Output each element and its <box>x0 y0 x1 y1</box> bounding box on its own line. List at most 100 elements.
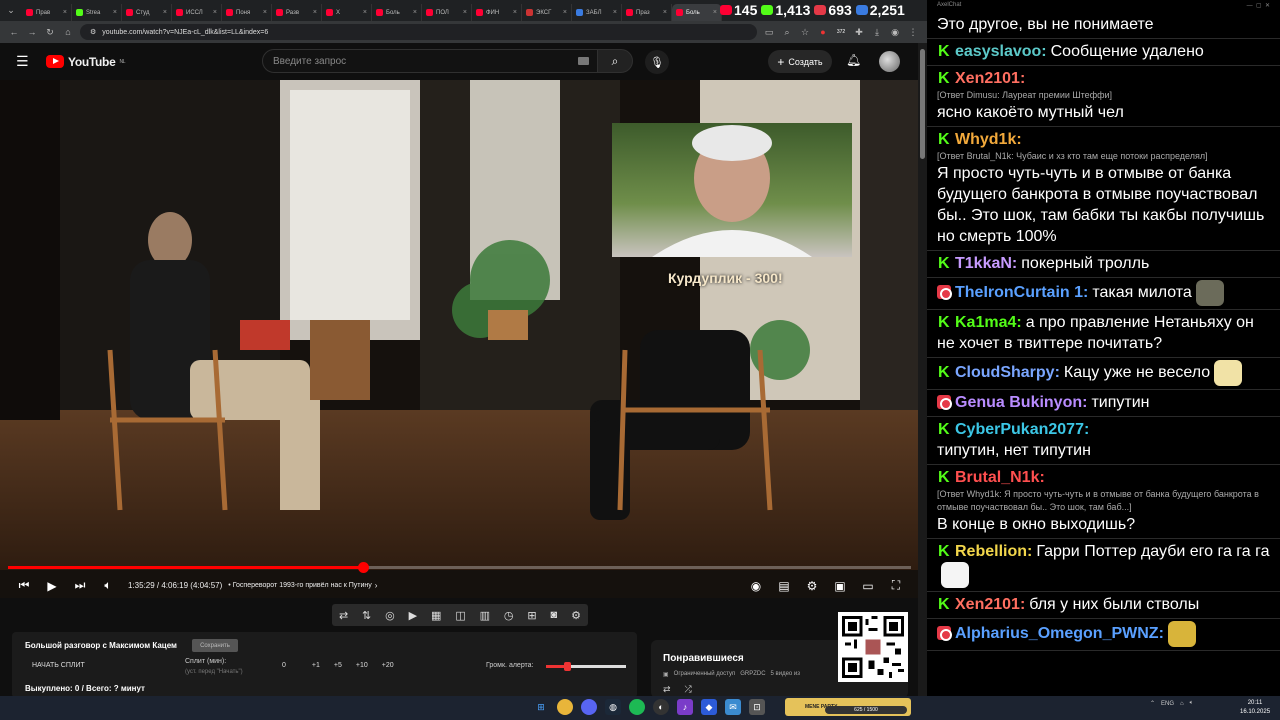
keyboard-language[interactable]: ENG <box>1161 701 1174 707</box>
puzzle-icon[interactable]: ✚ <box>853 27 865 38</box>
profile-icon[interactable]: ◉ <box>889 27 901 38</box>
volume-icon[interactable]: 🔈︎ <box>94 573 122 598</box>
previous-icon[interactable]: ⏮ <box>10 573 38 598</box>
browser-tab[interactable]: ФИН × <box>472 4 522 21</box>
increment-button[interactable]: +1 <box>312 662 320 669</box>
film-icon[interactable]: ▦ <box>431 609 441 622</box>
close-tab-icon[interactable]: × <box>163 9 167 16</box>
browser-tab[interactable]: Студ × <box>122 4 172 21</box>
increment-button[interactable]: +5 <box>334 662 342 669</box>
chrome-icon[interactable] <box>557 699 573 715</box>
chat-author[interactable]: T1kkaN: <box>955 255 1017 272</box>
back-icon[interactable]: ← <box>8 27 20 37</box>
close-tab-icon[interactable]: × <box>463 9 467 16</box>
chat-author[interactable]: TheIronCurtain 1: <box>955 284 1088 301</box>
subtitles-icon[interactable]: ▤ <box>770 573 798 598</box>
save-button[interactable]: Сохранить <box>192 639 238 652</box>
browser-tab[interactable]: Прав × <box>22 4 72 21</box>
close-tab-icon[interactable]: × <box>713 9 717 16</box>
browser-tab[interactable]: Strea × <box>72 4 122 21</box>
playlist-title[interactable]: Понравившиеся <box>663 653 744 664</box>
close-tab-icon[interactable]: × <box>663 9 667 16</box>
add-screenshot-icon[interactable]: ⊞ <box>527 609 536 622</box>
sponsor-toggle-icon[interactable]: ◉ <box>742 573 770 598</box>
chapter-title[interactable]: • Госпереворот 1993-го привёл нас к Пути… <box>228 582 372 589</box>
app-icon[interactable]: ✉ <box>725 699 741 715</box>
menu-dots-icon[interactable]: ⋮ <box>907 27 919 38</box>
browser-tab[interactable]: Разв × <box>272 4 322 21</box>
increment-button[interactable]: +10 <box>356 662 368 669</box>
browser-tab[interactable]: Боль × <box>672 4 722 21</box>
zoom-icon[interactable]: ⌕ <box>781 27 793 38</box>
sort-icon[interactable]: ⇅ <box>362 609 371 622</box>
camera-icon[interactable]: ◙ <box>551 609 558 621</box>
page-scrollbar[interactable] <box>918 43 927 696</box>
theater-mode-icon[interactable]: ▭ <box>854 573 882 598</box>
settings-gear-icon[interactable]: ⚙ <box>798 573 826 598</box>
video-player[interactable]: Курдуплик - 300! ⏮ ▶ ⏭ 🔈︎ 1:35:29 / 4:06… <box>0 80 918 598</box>
hamburger-menu-icon[interactable]: ☰ <box>16 53 30 70</box>
close-tab-icon[interactable]: × <box>313 9 317 16</box>
crop-icon[interactable]: ◫ <box>455 609 465 622</box>
owner-name[interactable]: GRPZDC <box>740 671 765 678</box>
close-tab-icon[interactable]: × <box>363 9 367 16</box>
reload-icon[interactable]: ↻ <box>44 27 56 38</box>
close-tab-icon[interactable]: × <box>613 9 617 16</box>
create-button[interactable]: + Создать <box>768 50 832 73</box>
loop-icon[interactable]: ⇄ <box>339 609 348 622</box>
extension-badge[interactable]: 372 <box>835 29 847 35</box>
chat-author[interactable]: Genua Bukinyon: <box>955 394 1087 411</box>
fullscreen-icon[interactable]: ⛶ <box>882 573 910 598</box>
app-icon[interactable]: ♪ <box>677 699 693 715</box>
close-tab-icon[interactable]: × <box>213 9 217 16</box>
gear-icon[interactable]: ⚙ <box>571 609 581 622</box>
app-icon[interactable]: ◆ <box>701 699 717 715</box>
chat-author[interactable]: Whyd1k: <box>955 131 1022 148</box>
chat-author[interactable]: CloudSharpy: <box>955 364 1060 381</box>
audio-icon[interactable]: ◎ <box>385 609 395 622</box>
browser-tab[interactable]: Боль × <box>372 4 422 21</box>
browser-tab[interactable]: Х × <box>322 4 372 21</box>
address-bar[interactable]: ⚙ youtube.com/watch?v=NJEa-cL_dlk&list=L… <box>80 24 757 40</box>
progress-bar[interactable] <box>8 562 911 573</box>
browser-tab[interactable]: Поня × <box>222 4 272 21</box>
close-tab-icon[interactable]: × <box>63 9 67 16</box>
loop-icon[interactable]: ⇄ <box>663 684 671 695</box>
youtube-logo[interactable]: YouTube NL <box>46 55 126 69</box>
browser-tab[interactable]: ЗАБЛ × <box>572 4 622 21</box>
browser-tab[interactable]: ПОЛ × <box>422 4 472 21</box>
window-controls[interactable]: — ▢ ✕ <box>1247 2 1270 10</box>
cast-icon[interactable]: ▭ <box>763 27 775 38</box>
chat-author[interactable]: Ka1ma4: <box>955 314 1022 331</box>
browser-tab[interactable]: ЭКСГ × <box>522 4 572 21</box>
speed-icon[interactable]: ◷ <box>504 609 514 622</box>
scrollbar-thumb[interactable] <box>920 49 925 159</box>
close-tab-icon[interactable]: × <box>113 9 117 16</box>
slider-handle[interactable] <box>563 662 571 671</box>
notifications-bell-icon[interactable]: 🔔︎ <box>846 53 861 67</box>
chat-author[interactable]: Alpharius_Omegon_PWNZ: <box>955 625 1164 642</box>
close-tab-icon[interactable]: × <box>413 9 417 16</box>
chat-author[interactable]: Xen2101: <box>955 70 1025 87</box>
spotify-icon[interactable] <box>629 699 645 715</box>
miniplayer-icon[interactable]: ▣ <box>826 573 854 598</box>
chat-author[interactable]: Rebellion: <box>955 543 1032 560</box>
search-input[interactable]: Введите запрос <box>262 49 598 73</box>
play-icon[interactable]: ▶ <box>38 573 66 598</box>
voice-search-button[interactable]: 🎙 <box>645 50 669 74</box>
volume-icon[interactable]: 🔈︎ <box>1190 700 1194 707</box>
chat-author[interactable]: easyslavoo: <box>955 43 1047 60</box>
avatar[interactable] <box>879 51 900 72</box>
start-split-button[interactable]: НАЧАТЬ СПЛИТ <box>32 662 85 669</box>
tray-chevron-icon[interactable]: ⌃ <box>1150 700 1155 707</box>
home-icon[interactable]: ⌂ <box>62 27 74 37</box>
extension-icon[interactable]: ● <box>817 27 829 37</box>
download-icon[interactable]: ⤓ <box>871 27 883 38</box>
close-tab-icon[interactable]: × <box>263 9 267 16</box>
windows-start-icon[interactable]: ⊞ <box>533 699 549 715</box>
keyboard-icon[interactable] <box>578 57 589 65</box>
forward-icon[interactable]: → <box>26 27 38 37</box>
browser-tab[interactable]: ИССЛ × <box>172 4 222 21</box>
network-icon[interactable]: ⌂ <box>1180 701 1184 707</box>
obs-icon[interactable]: ◐ <box>653 699 669 715</box>
